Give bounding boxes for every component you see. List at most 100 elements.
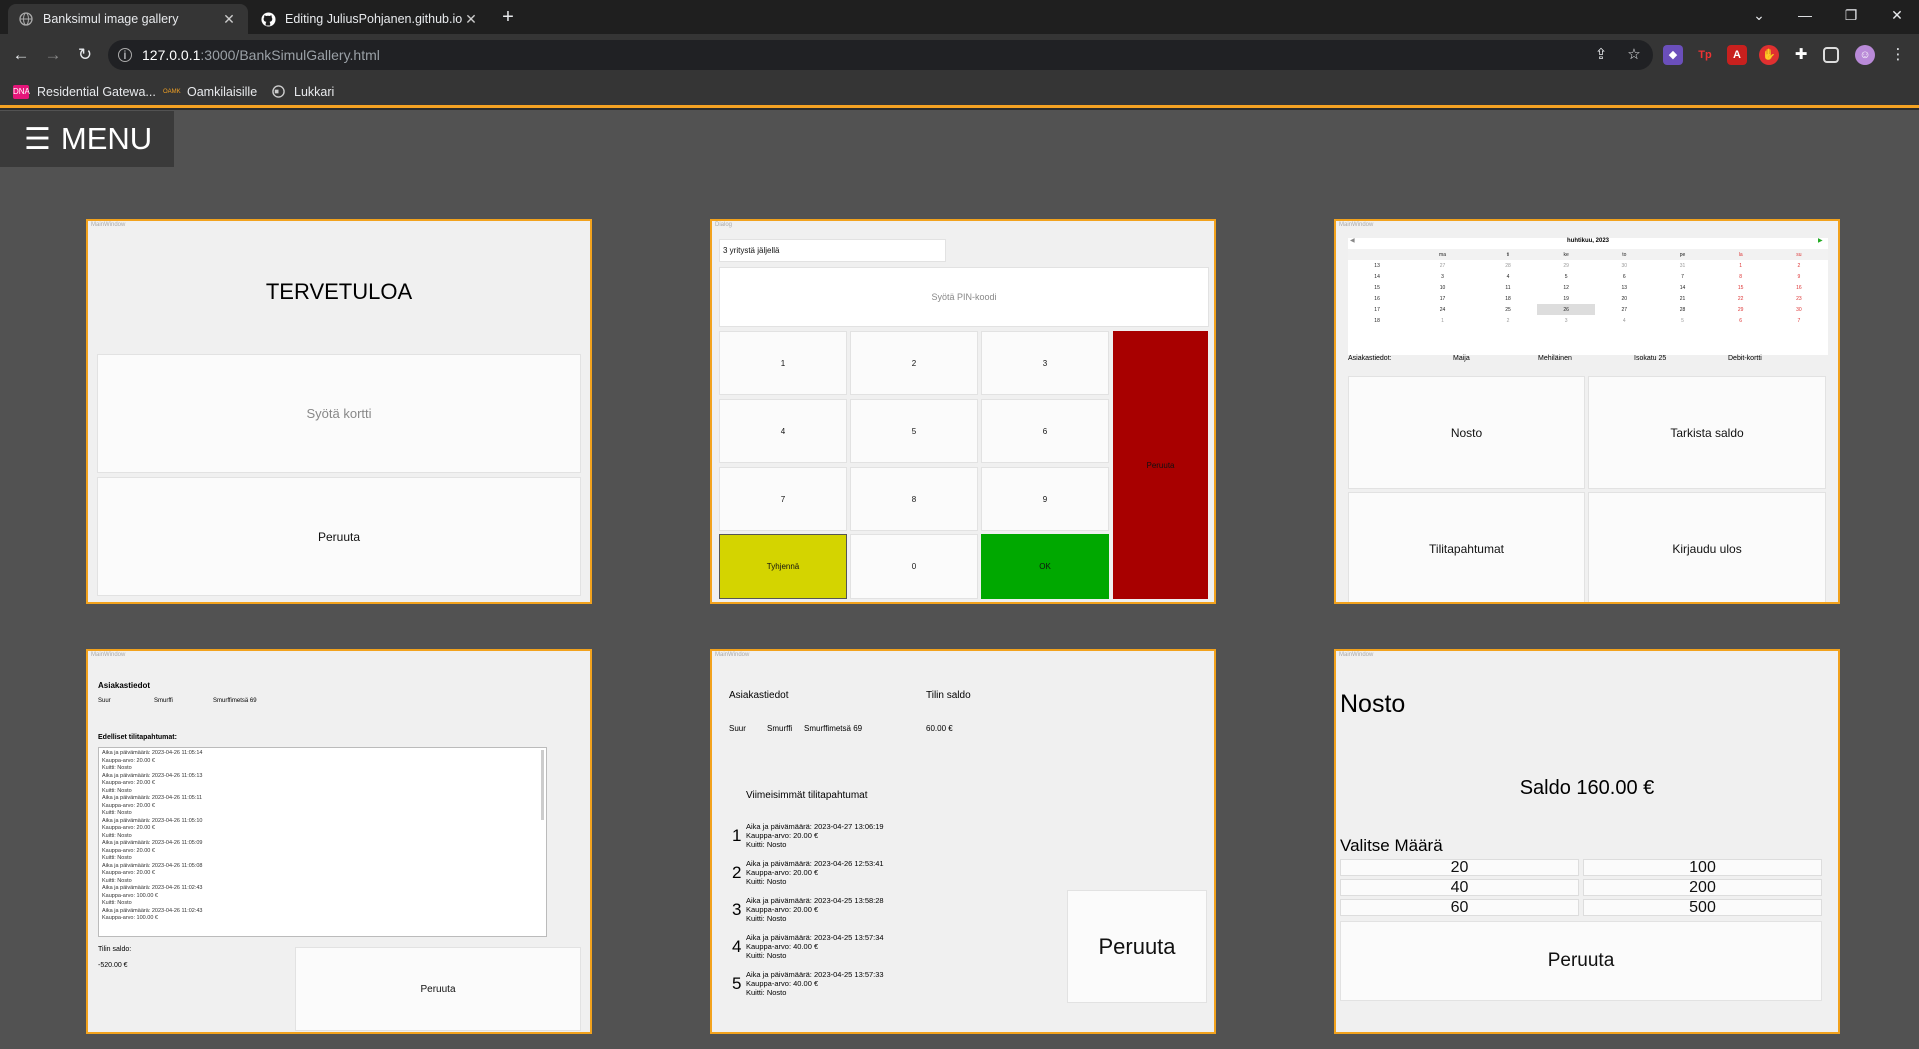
forward-button[interactable]: → xyxy=(41,43,65,67)
weekday: su xyxy=(1796,251,1802,258)
key-2: 2 xyxy=(850,331,978,395)
close-window-button[interactable]: ✕ xyxy=(1874,4,1919,28)
withdraw-heading: Nosto xyxy=(1340,690,1406,718)
weekday: ma xyxy=(1439,251,1446,258)
new-tab-button[interactable]: + xyxy=(496,6,520,30)
extension-hat-icon[interactable]: ◆ xyxy=(1663,45,1683,65)
transaction-time: Aika ja päivämäärä: 2023-04-25 13:58:28 xyxy=(746,896,884,905)
key-5: 5 xyxy=(850,399,978,463)
entry-time: Aika ja päivämäärä: 2023-04-26 11:05:13 xyxy=(102,772,203,779)
amount-20-button: 20 xyxy=(1340,859,1579,876)
bookmark-label: Residential Gatewa... xyxy=(37,85,156,99)
window-title: MainWindow xyxy=(1339,222,1374,228)
url-path: :3000/BankSimulGallery.html xyxy=(200,47,380,63)
clear-button: Tyhjennä xyxy=(719,534,847,599)
customer-heading: Asiakastiedot xyxy=(98,681,151,690)
recent-heading: Viimeisimmät tilitapahtumat xyxy=(746,790,868,801)
key-3: 3 xyxy=(981,331,1109,395)
avatar[interactable]: ☺ xyxy=(1855,45,1875,65)
customer-address: Isokatu 25 xyxy=(1634,355,1667,362)
transaction-time: Aika ja päivämäärä: 2023-04-27 13:06:19 xyxy=(746,822,884,831)
day: 4 xyxy=(1506,273,1510,280)
bookmark-residential[interactable]: DNA Residential Gatewa... xyxy=(13,82,156,102)
side-panel-icon[interactable] xyxy=(1823,47,1839,63)
day: 23 xyxy=(1796,295,1802,302)
transaction-receipt: Kuitti: Nosto xyxy=(746,951,787,960)
weekday: la xyxy=(1738,251,1743,258)
transaction-receipt: Kuitti: Nosto xyxy=(746,988,787,997)
extension-tp-icon[interactable]: Tp xyxy=(1695,45,1715,65)
week-number: 13 xyxy=(1374,262,1380,269)
key-6: 6 xyxy=(981,399,1109,463)
gallery-image-main-menu[interactable]: MainWindow ◀ ▶ huhtikuu, 2023 ma ti ke to pe… xyxy=(1334,219,1840,604)
cancel-button: Peruuta xyxy=(295,947,581,1031)
minimize-button[interactable]: — xyxy=(1782,4,1828,28)
kebab-menu-icon[interactable]: ⋮ xyxy=(1887,44,1909,66)
close-icon[interactable]: ✕ xyxy=(462,11,480,28)
gallery-image-pin[interactable]: Dialog 3 yritystä jäljellä Syötä PIN-koo… xyxy=(710,219,1216,604)
scrollbar[interactable] xyxy=(541,750,544,820)
day: 12 xyxy=(1563,284,1569,291)
back-button[interactable]: ← xyxy=(9,43,33,67)
extension-pdf-icon[interactable]: A xyxy=(1727,45,1747,65)
calendar-title: huhtikuu, 2023 xyxy=(1566,238,1609,244)
address-bar[interactable]: i 127.0.0.1:3000/BankSimulGallery.html xyxy=(108,40,1653,70)
menu-button[interactable]: ☰ MENU xyxy=(0,111,174,167)
transaction-amount: Kauppa-arvo: 20.00 € xyxy=(746,831,819,840)
key-8: 8 xyxy=(850,467,978,531)
chevron-down-icon[interactable]: ⌄ xyxy=(1736,4,1782,28)
history-heading: Edelliset tilitapahtumat: xyxy=(98,734,177,741)
globe-icon xyxy=(270,85,286,99)
tab-banksimul-gallery[interactable]: Banksimul image gallery ✕ xyxy=(8,4,248,34)
weekday: pe xyxy=(1679,251,1686,258)
week-number: 14 xyxy=(1374,273,1380,280)
reload-button[interactable]: ↻ xyxy=(73,43,97,67)
transaction-number: 3 xyxy=(732,900,742,919)
entry-amount: Kauppa-arvo: 20.00 € xyxy=(102,802,155,809)
entry-receipt: Kuitti: Nosto xyxy=(102,787,132,794)
key-4: 4 xyxy=(719,399,847,463)
gallery-image-withdraw[interactable]: MainWindow Nosto Saldo 160.00 € Valitse … xyxy=(1334,649,1840,1034)
cancel-button: Peruuta xyxy=(1067,890,1207,1003)
logout-button: Kirjaudu ulos xyxy=(1588,492,1826,602)
window-title: MainWindow xyxy=(91,222,126,228)
key-1: 1 xyxy=(719,331,847,395)
day: 6 xyxy=(1622,273,1626,280)
close-icon[interactable]: ✕ xyxy=(220,11,238,28)
day: 14 xyxy=(1679,284,1686,291)
gallery-image-history[interactable]: MainWindow Asiakastiedot Suur Smurffi Sm… xyxy=(86,649,592,1034)
entry-receipt: Kuitti: Nosto xyxy=(102,832,132,839)
transaction-number: 2 xyxy=(732,863,742,882)
day: 7 xyxy=(1797,317,1801,324)
weekday: ti xyxy=(1506,251,1510,258)
balance-value: -520.00 € xyxy=(98,962,128,969)
bookmark-lukkari[interactable]: Lukkari xyxy=(270,82,334,102)
day: 22 xyxy=(1737,295,1744,302)
gallery-image-welcome[interactable]: MainWindow TERVETULOA Syötä kortti Peruu… xyxy=(86,219,592,604)
menu-label: MENU xyxy=(60,121,153,156)
share-icon[interactable]: ⇪ xyxy=(1590,44,1612,66)
customer-last-name: Smurffi xyxy=(154,698,173,704)
day: 30 xyxy=(1621,262,1628,269)
extensions-puzzle-icon[interactable]: ✚ xyxy=(1791,45,1811,65)
insert-card-button: Syötä kortti xyxy=(97,354,581,473)
info-icon[interactable]: i xyxy=(118,48,132,62)
day: 30 xyxy=(1796,306,1802,313)
entry-receipt: Kuitti: Nosto xyxy=(102,900,132,906)
transaction-number: 1 xyxy=(732,826,742,845)
bookmark-oamkilaisille[interactable]: OAMK Oamkilaisille xyxy=(163,82,257,102)
welcome-heading: TERVETULOA xyxy=(265,279,413,304)
extension-red-icon[interactable]: ✋ xyxy=(1759,45,1779,65)
choose-amount-label: Valitse Määrä xyxy=(1340,836,1443,855)
restore-button[interactable]: ❐ xyxy=(1828,4,1874,28)
history-list[interactable]: Aika ja päivämäärä: 2023-04-26 11:05:14 K… xyxy=(98,747,547,937)
bookmark-star-icon[interactable]: ☆ xyxy=(1623,44,1645,66)
transaction-amount: Kauppa-arvo: 40.00 € xyxy=(746,942,819,951)
oamk-icon: OAMK xyxy=(163,89,181,95)
gallery-image-balance[interactable]: MainWindow Asiakastiedot Tilin saldo Suu… xyxy=(710,649,1216,1034)
weekday: ke xyxy=(1563,251,1569,258)
day: 1 xyxy=(1441,317,1444,324)
tab-editing-github[interactable]: Editing JuliusPohjanen.github.io/ ✕ xyxy=(250,4,490,34)
day: 27 xyxy=(1439,262,1446,269)
day: 6 xyxy=(1739,317,1743,324)
